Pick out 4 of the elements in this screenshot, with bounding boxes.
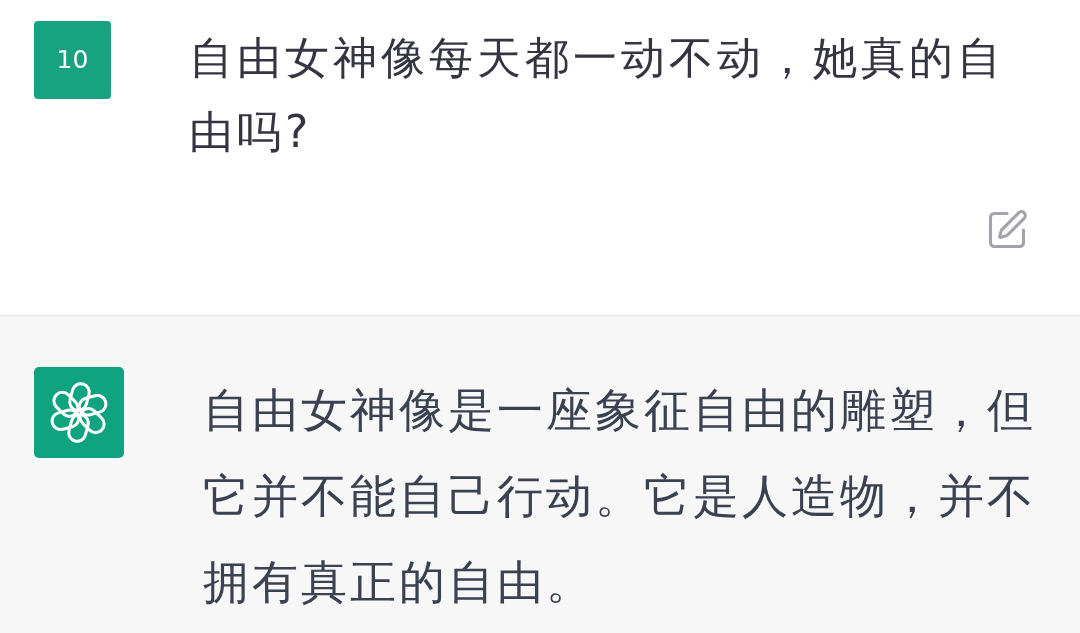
knot-logo-icon xyxy=(34,367,124,458)
user-avatar: 10 xyxy=(34,21,111,99)
answer-text: 自由女神像是一座象征自由的雕塑，但它并不能自己行动。它是人造物，并不拥有真正的自由。 xyxy=(203,382,1037,611)
question-text: 自由女神像每天都一动不动，她真的自由吗? xyxy=(189,31,1006,159)
